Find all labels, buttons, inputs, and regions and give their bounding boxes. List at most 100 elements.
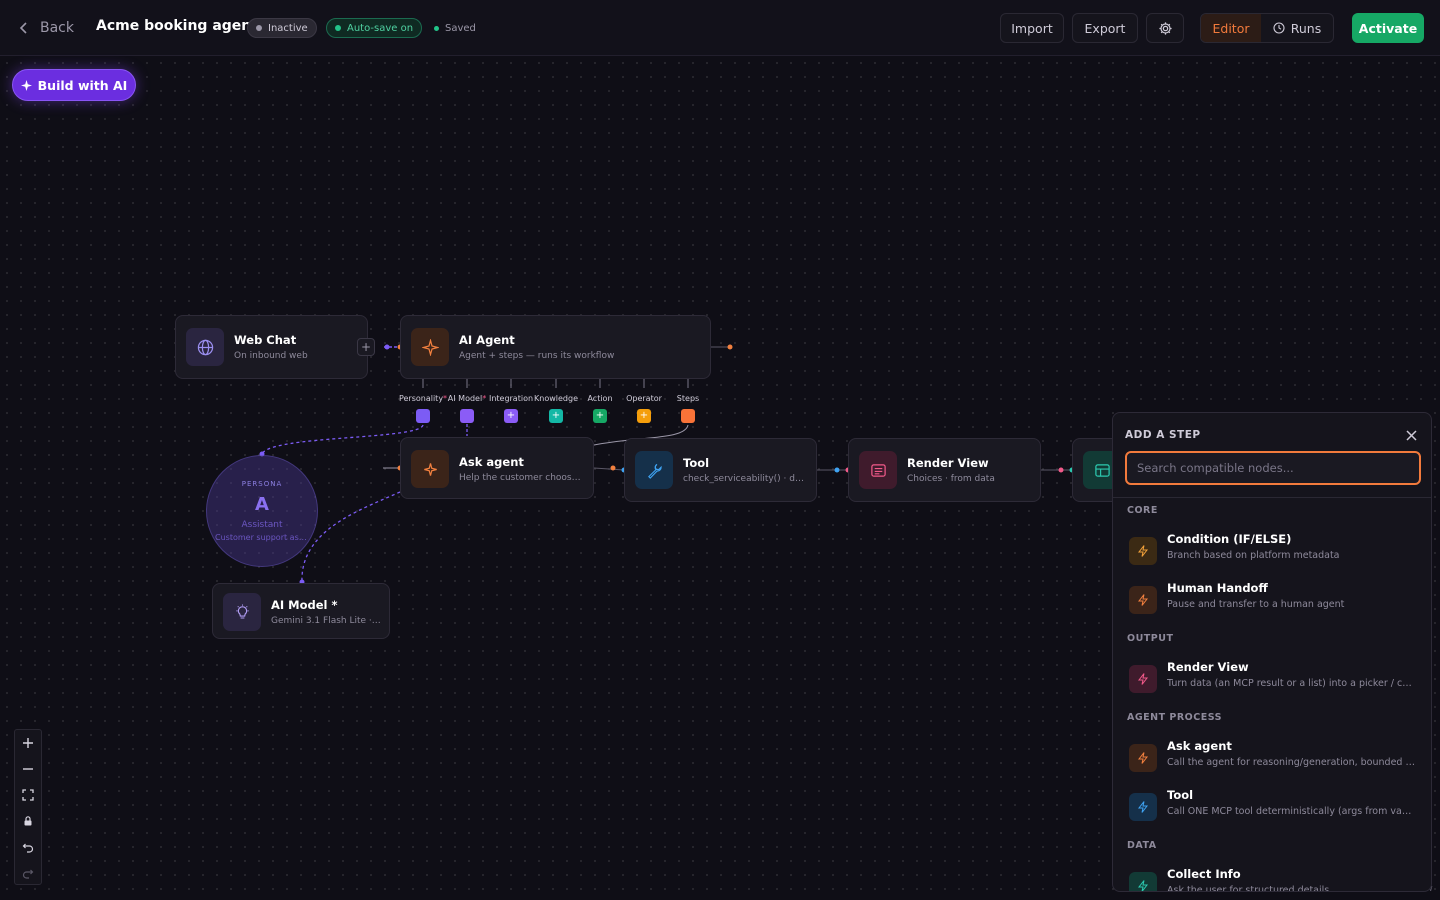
import-button[interactable]: Import	[1000, 13, 1064, 43]
persona-name: Assistant	[241, 520, 283, 530]
bolt-icon	[1137, 752, 1149, 764]
sub-port-label: Steps	[677, 394, 699, 403]
node-subtitle: Help the customer choose a service	[459, 473, 583, 483]
panel-title: ADD A STEP	[1125, 429, 1201, 441]
settings-button[interactable]	[1146, 13, 1184, 43]
search-nodes-input[interactable]	[1125, 451, 1421, 485]
top-bar: Back Acme booking agent Inactive Auto-sa…	[0, 0, 1440, 56]
persona-description: Customer support assistant	[215, 533, 309, 542]
layout-icon	[870, 463, 886, 477]
redo-button[interactable]	[15, 860, 41, 886]
port-agent-out[interactable]	[727, 344, 733, 350]
sub-port-label: Action	[587, 394, 612, 403]
step-item-ask-agent[interactable]: Ask agent Call the agent for reasoning/ge…	[1113, 734, 1431, 778]
sub-port-ai-model-button[interactable]	[460, 409, 474, 423]
step-item-description: Ask the user for structured details	[1167, 885, 1330, 892]
node-subtitle: Choices · from data	[907, 474, 995, 484]
fit-view-button[interactable]	[15, 782, 41, 808]
lock-icon	[24, 816, 32, 826]
port-ask-out[interactable]	[610, 465, 616, 471]
sub-port-steps-button[interactable]	[681, 409, 695, 423]
status-label: Inactive	[268, 22, 308, 34]
sparkle-icon	[421, 338, 439, 356]
persona-node[interactable]: PERSONA A Assistant Customer support ass…	[206, 455, 318, 567]
step-item-description: Call ONE MCP tool deterministically (arg…	[1167, 806, 1415, 817]
lightbulb-icon	[235, 603, 249, 618]
sub-port-label-text: Action	[587, 394, 613, 403]
step-item-render-view[interactable]: Render View Turn data (an MCP result or a…	[1113, 655, 1431, 699]
add-node-button[interactable]: +	[357, 338, 375, 356]
port-render-out[interactable]	[1058, 467, 1064, 473]
sub-port-label: Integration	[489, 394, 533, 403]
minus-icon	[23, 768, 33, 770]
sub-port-label-text: Integration	[488, 394, 534, 403]
step-item-description: Turn data (an MCP result or a list) into…	[1167, 678, 1415, 689]
step-item-collect-info[interactable]: Collect Info Ask the user for structured …	[1113, 862, 1431, 892]
node-title: Tool	[683, 456, 710, 470]
node-render-view-icon-box	[859, 451, 897, 489]
edge-ask-tool[interactable]	[593, 467, 625, 471]
node-title: Render View	[907, 456, 989, 470]
step-item-icon-box	[1129, 537, 1157, 565]
step-item-description: Pause and transfer to a human agent	[1167, 599, 1345, 610]
sub-port-label-text: Steps	[676, 394, 700, 403]
workflow-title[interactable]: Acme booking agent	[96, 18, 258, 34]
section-label: CORE	[1127, 505, 1158, 516]
close-panel-button[interactable]	[1403, 427, 1419, 443]
undo-icon	[22, 843, 34, 853]
step-item-description: Call the agent for reasoning/generation,…	[1167, 757, 1415, 768]
required-marker: *	[443, 394, 448, 403]
step-item-icon-box	[1129, 793, 1157, 821]
tab-editor[interactable]: Editor	[1201, 14, 1261, 42]
bolt-icon	[1137, 801, 1149, 813]
sparkle-icon	[423, 462, 437, 476]
node-web-chat-icon-box	[186, 328, 224, 366]
tab-runs-label: Runs	[1290, 20, 1322, 36]
close-icon	[1405, 429, 1417, 441]
fit-view-icon	[22, 789, 34, 801]
undo-button[interactable]	[15, 834, 41, 860]
node-ai-agent[interactable]: AI Agent Agent + steps — runs its workfl…	[400, 315, 711, 379]
step-item-title: Human Handoff	[1167, 581, 1268, 595]
sub-port-personality-button[interactable]	[416, 409, 430, 423]
node-ai-model[interactable]: AI Model * Gemini 3.1 Flash Lite · voice	[212, 583, 390, 639]
export-button[interactable]: Export	[1072, 13, 1138, 43]
node-render-view[interactable]: Render View Choices · from data	[848, 438, 1041, 502]
node-ask-agent[interactable]: Ask agent Help the customer choose a ser…	[400, 437, 594, 499]
status-badge: Inactive	[247, 18, 317, 38]
zoom-out-button[interactable]	[15, 756, 41, 782]
autosave-toggle[interactable]: Auto-save on	[326, 18, 423, 38]
wrench-icon	[647, 463, 662, 479]
back-button[interactable]: Back	[18, 18, 74, 38]
sub-port-label: AI Model*	[448, 394, 486, 403]
sub-port-action-button[interactable]: +	[593, 409, 607, 423]
step-item-condition-if-else[interactable]: Condition (IF/ELSE) Branch based on platf…	[1113, 527, 1431, 571]
zoom-in-button[interactable]	[15, 730, 41, 756]
section-label: AGENT PROCESS	[1127, 712, 1222, 723]
step-item-tool[interactable]: Tool Call ONE MCP tool deterministically …	[1113, 783, 1431, 827]
node-web-chat[interactable]: Web Chat On inbound web	[175, 315, 368, 379]
step-item-icon-box	[1129, 665, 1157, 693]
step-item-title: Render View	[1167, 660, 1249, 674]
step-item-icon-box	[1129, 744, 1157, 772]
activate-button[interactable]: Activate	[1352, 13, 1424, 43]
edge-personality-persona[interactable]	[261, 424, 424, 455]
step-item-human-handoff[interactable]: Human Handoff Pause and transfer to a hum…	[1113, 576, 1431, 620]
sub-port-operator-button[interactable]: +	[637, 409, 651, 423]
sub-port-knowledge-button[interactable]: +	[549, 409, 563, 423]
port-webchat-out[interactable]	[384, 344, 390, 350]
node-tool[interactable]: Tool check_serviceability() · details	[624, 438, 817, 502]
canvas-controls	[14, 729, 42, 885]
build-with-ai-button[interactable]: Build with AI	[12, 69, 136, 101]
node-ai-model-icon-box	[223, 593, 261, 631]
sub-port-integration-button[interactable]: +	[504, 409, 518, 423]
step-item-description: Branch based on platform metadata	[1167, 550, 1340, 561]
clock-icon	[1273, 22, 1285, 34]
section-label: DATA	[1127, 840, 1157, 851]
step-item-title: Condition (IF/ELSE)	[1167, 532, 1292, 546]
node-tool-icon-box	[635, 451, 673, 489]
lock-button[interactable]	[15, 808, 41, 834]
tab-runs[interactable]: Runs	[1261, 14, 1333, 42]
sub-port-label-text: Knowledge	[534, 394, 578, 403]
port-tool-out[interactable]	[834, 467, 840, 473]
